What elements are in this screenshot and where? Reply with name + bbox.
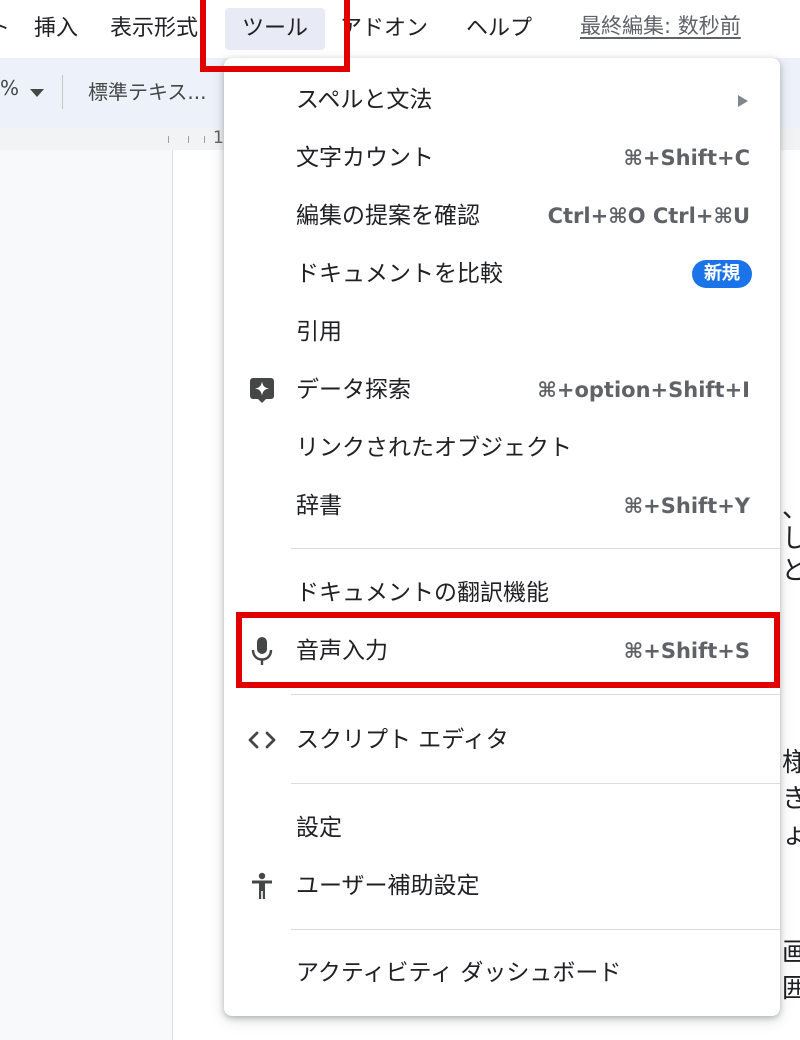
zoom-dropdown-caret-icon[interactable] [30, 89, 44, 97]
paragraph-style-dropdown[interactable]: 標準テキス... [88, 76, 206, 105]
menu-bar: ト 挿入 表示形式 ツール アドオン ヘルプ 最終編集: 数秒前 [0, 0, 800, 58]
menu-item-label: 辞書 [296, 493, 342, 519]
ruler-tick [204, 136, 205, 143]
menu-item-spelling-grammar[interactable]: スペルと文法 [224, 71, 780, 129]
menu-item-label: 引用 [296, 319, 342, 345]
menu-help[interactable]: ヘルプ [466, 0, 532, 58]
menu-item-linked-objects[interactable]: リンクされたオブジェクト [224, 419, 780, 477]
menu-item-shortcut: Ctrl+⌘O Ctrl+⌘U [547, 204, 750, 228]
menu-item-accessibility-settings[interactable]: ユーザー補助設定 [224, 857, 780, 915]
tools-menu-highlight [200, 0, 350, 72]
menu-item-shortcut: ⌘+option+Shift+I [537, 378, 750, 402]
menu-item-label: データ探索 [296, 377, 411, 403]
menu-divider [291, 694, 780, 695]
menu-item-activity-dashboard[interactable]: アクティビティ ダッシュボード [224, 944, 780, 1002]
menu-insert[interactable]: 挿入 [34, 0, 78, 58]
menu-format[interactable]: 表示形式 [110, 0, 198, 58]
menu-item-dictionary[interactable]: 辞書 ⌘+Shift+Y [224, 477, 780, 535]
document-text-fragment: ょ [782, 820, 800, 850]
ruler-number: 1 [213, 128, 224, 148]
document-text-fragment: き [782, 784, 800, 814]
code-brackets-icon [248, 726, 276, 754]
menu-item-review-suggested-edits[interactable]: 編集の提案を確認 Ctrl+⌘O Ctrl+⌘U [224, 187, 780, 245]
document-text-fragment: 囲 [782, 974, 800, 1004]
ruler-tick [168, 136, 169, 143]
menu-item-shortcut: ⌘+Shift+Y [623, 494, 750, 518]
menu-item-label: 編集の提案を確認 [296, 203, 480, 229]
document-text-fragment: 画 [782, 938, 800, 968]
last-edit-link[interactable]: 最終編集: 数秒前 [580, 0, 741, 58]
tools-menu: スペルと文法 文字カウント ⌘+Shift+C 編集の提案を確認 Ctrl+⌘O… [224, 58, 780, 1016]
menu-item-explore[interactable]: データ探索 ⌘+option+Shift+I [224, 361, 780, 419]
ruler-tick [188, 136, 189, 143]
menu-item-shortcut: ⌘+Shift+C [623, 146, 750, 170]
menu-item-label: スペルと文法 [296, 87, 433, 113]
menu-item-script-editor[interactable]: スクリプト エディタ [224, 711, 780, 769]
menu-divider [291, 929, 780, 930]
menu-item-label: スクリプト エディタ [296, 727, 509, 753]
document-text-fragment: 様 [782, 748, 800, 778]
accessibility-icon [248, 872, 276, 900]
menu-item-label: 文字カウント [296, 145, 434, 171]
menu-item-citations[interactable]: 引用 [224, 303, 780, 361]
menu-item-preferences[interactable]: 設定 [224, 799, 780, 857]
submenu-arrow-icon [738, 95, 748, 107]
menu-item-label: ユーザー補助設定 [296, 873, 480, 899]
menu-divider [291, 783, 780, 784]
toolbar-divider [62, 75, 63, 109]
menu-item-label: 設定 [296, 815, 342, 841]
menu-item-label: アクティビティ ダッシュボード [296, 960, 622, 986]
voice-typing-highlight [236, 612, 780, 688]
document-text-fragment: ど [782, 556, 800, 586]
new-badge: 新規 [692, 260, 752, 288]
zoom-percent-label[interactable]: % [0, 76, 19, 100]
menu-addons[interactable]: アドオン [340, 0, 428, 58]
menu-item-label: リンクされたオブジェクト [296, 435, 572, 461]
menu-item-label: ドキュメントを比較 [296, 261, 503, 287]
menu-divider [291, 548, 780, 549]
menu-item-word-count[interactable]: 文字カウント ⌘+Shift+C [224, 129, 780, 187]
menu-view-partial[interactable]: ト [0, 0, 10, 58]
explore-sparkle-icon [248, 376, 276, 404]
menu-item-compare-documents[interactable]: ドキュメントを比較 新規 [224, 245, 780, 303]
